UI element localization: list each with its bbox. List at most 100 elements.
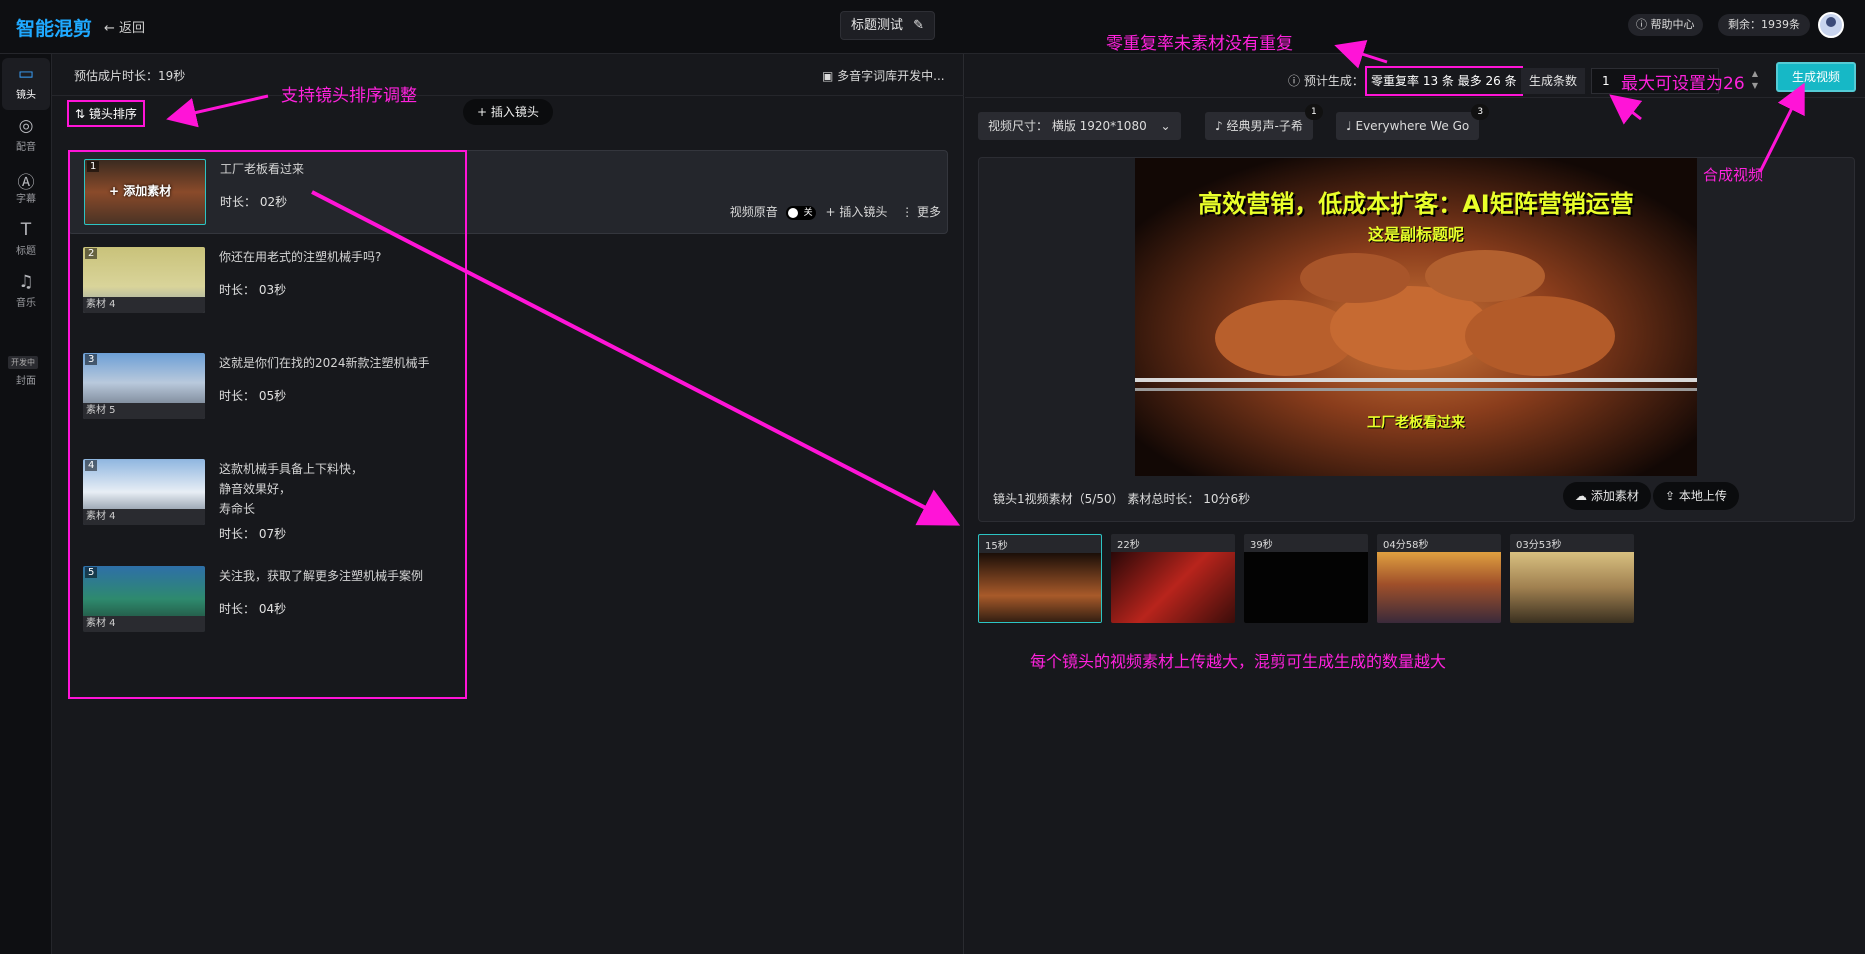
sidebar-item-cover[interactable]: 封面	[2, 372, 50, 402]
sidebar-item-voice[interactable]: ◎ 配音	[2, 110, 50, 162]
video-title-overlay: 高效营销，低成本扩客：AI矩阵营销运营	[1198, 190, 1634, 218]
local-upload-button[interactable]: ⇪ 本地上传	[1653, 482, 1739, 510]
original-audio-label: 视频原音	[729, 205, 778, 219]
back-label: 返回	[119, 21, 146, 36]
project-title[interactable]: 标题测试 ✎	[840, 11, 936, 40]
dictionary-icon: ▣	[822, 69, 834, 83]
annotation-sort: 支持镜头排序调整	[281, 86, 417, 106]
sidebar-item-label: 字幕	[16, 194, 36, 205]
sort-label: 镜头排序	[88, 107, 137, 121]
generate-video-button[interactable]: 生成视频	[1776, 62, 1856, 92]
annotation-max-set: 最大可设置为26	[1621, 74, 1745, 94]
music-note-icon: ♩	[1346, 119, 1352, 133]
insert-shot-link[interactable]: + 插入镜头	[825, 205, 887, 219]
sort-icon: ⇅	[75, 107, 86, 121]
voice-select[interactable]: ♪ 经典男声-子希 1	[1205, 104, 1323, 140]
polyphone-label: 多音字词库开发中...	[837, 69, 945, 83]
shot-sort-button[interactable]: ⇅ 镜头排序	[67, 100, 145, 127]
video-player[interactable]: 高效营销，低成本扩客：AI矩阵营销运营 这是副标题呢 工厂老板看过来	[1135, 158, 1697, 476]
sidebar-item-music[interactable]: ♫ 音乐	[2, 266, 50, 318]
question-icon: ⓘ	[1288, 74, 1301, 88]
more-menu[interactable]: ⋮ 更多	[901, 205, 941, 219]
clip-length: 03分53秒	[1516, 540, 1562, 551]
divider	[52, 95, 964, 96]
estimate-value: 19秒	[158, 69, 186, 83]
estimated-duration: 预估成片时长：19秒	[74, 67, 185, 84]
sidebar-item-label: 音乐	[16, 298, 36, 309]
original-audio-toggle[interactable]: 关	[785, 205, 816, 220]
help-center-button[interactable]: ⓘ 帮助中心	[1628, 14, 1703, 36]
user-avatar[interactable]	[1818, 12, 1844, 38]
clip-thumbnail	[1377, 552, 1501, 623]
add-material-button[interactable]: ☁ 添加素材	[1563, 482, 1651, 510]
video-caption-overlay: 工厂老板看过来	[1367, 415, 1465, 431]
app-logo: 智能混剪	[16, 18, 93, 40]
arrow-left-icon: ←	[104, 21, 115, 36]
insert-shot-button[interactable]: + 插入镜头	[463, 99, 553, 125]
clip-thumbnail	[1111, 552, 1235, 623]
top-bar: 智能混剪 ← 返回 标题测试 ✎ ⓘ 帮助中心 剩余：1939条	[0, 0, 1865, 54]
count-stepper[interactable]: ▲ ▼	[1747, 68, 1763, 94]
annotation-compose: 合成视频	[1703, 166, 1764, 184]
chevron-down-icon[interactable]: ▼	[1747, 80, 1763, 92]
sidebar-item-label: 配音	[16, 142, 36, 153]
video-preview: 高效营销，低成本扩客：AI矩阵营销运营 这是副标题呢 工厂老板看过来 镜头1视频…	[978, 157, 1855, 522]
dev-tag: 开发中	[8, 356, 38, 369]
clip-length: 04分58秒	[1383, 540, 1429, 551]
clip-thumbnail	[1244, 552, 1368, 623]
clip-length: 22秒	[1117, 540, 1140, 551]
clip-item-2[interactable]: 22秒	[1111, 534, 1235, 623]
app-root: 智能混剪 ← 返回 标题测试 ✎ ⓘ 帮助中心 剩余：1939条 ▭ 镜头 ◎ …	[0, 0, 1865, 954]
help-label: 帮助中心	[1650, 18, 1695, 31]
annotation-box-shots	[68, 150, 467, 699]
count-label: 生成条数	[1521, 68, 1586, 94]
music-icon: ♫	[18, 272, 34, 292]
insert-label: 插入镜头	[490, 105, 539, 119]
clip-item-1[interactable]: 15秒	[978, 534, 1102, 623]
clip-item-3[interactable]: 39秒	[1244, 534, 1368, 623]
sidebar-item-shots[interactable]: ▭ 镜头	[2, 58, 50, 110]
question-icon: ⓘ	[1636, 18, 1647, 31]
video-size-label: 视频尺寸： 横版 1920*1080	[988, 119, 1147, 133]
video-size-select[interactable]: 视频尺寸： 横版 1920*1080 ⌄	[978, 112, 1181, 140]
edit-icon[interactable]: ✎	[913, 18, 924, 33]
voice-label: 经典男声-子希	[1226, 119, 1303, 133]
sidebar-item-label: 封面	[16, 376, 36, 387]
plus-icon: +	[477, 105, 488, 119]
sidebar-item-label: 镜头	[16, 90, 36, 101]
clip-item-4[interactable]: 04分58秒	[1377, 534, 1501, 623]
shot-actions: 视频原音 关 + 插入镜头 ⋮ 更多	[730, 203, 941, 220]
chevron-up-icon[interactable]: ▲	[1747, 68, 1763, 80]
polyphone-dictionary[interactable]: ▣ 多音字词库开发中...	[822, 67, 945, 84]
music-count-badge: 3	[1471, 104, 1490, 120]
chevron-down-icon: ⌄	[1160, 119, 1171, 133]
sidebar-item-title[interactable]: T 标题	[2, 214, 50, 266]
clip-item-5[interactable]: 03分53秒	[1510, 534, 1634, 623]
predict-value: 零重复率 13 条 最多 26 条	[1365, 66, 1523, 96]
clip-thumbnail	[1510, 552, 1634, 623]
clip-thumbnail	[979, 553, 1101, 622]
upload-icon: ⇪	[1665, 489, 1676, 503]
video-subtitle-overlay: 这是副标题呢	[1367, 225, 1464, 244]
music-select[interactable]: ♩ Everywhere We Go 3	[1336, 104, 1490, 140]
divider	[965, 97, 1865, 98]
sidebar-item-subtitle[interactable]: Ⓐ 字幕	[2, 162, 50, 214]
cloud-upload-icon: ☁	[1575, 489, 1587, 503]
estimate-label: 预估成片时长：	[74, 69, 159, 83]
predict-label: ⓘ 预计生成：	[1288, 74, 1364, 88]
sidebar-item-label: 标题	[16, 246, 36, 257]
material-info: 镜头1视频素材（5/50） 素材总时长： 10分6秒	[993, 492, 1251, 506]
subtitle-icon: Ⓐ	[17, 173, 35, 193]
preview-panel: ⓘ 预计生成： 零重复率 13 条 最多 26 条 生成条数 1 ▲ ▼ 生成视…	[965, 54, 1865, 954]
camera-icon: ▭	[17, 64, 35, 84]
microphone-icon: ♪	[1215, 119, 1223, 133]
title-icon: T	[20, 220, 32, 240]
remaining-count: 剩余：1939条	[1718, 14, 1810, 36]
back-button[interactable]: ← 返回	[104, 17, 145, 36]
voice-icon: ◎	[18, 116, 34, 136]
annotation-more-clips: 每个镜头的视频素材上传越大，混剪可生成生成的数量越大	[1030, 652, 1447, 671]
clip-length: 39秒	[1250, 540, 1273, 551]
annotation-zero-repeat: 零重复率未素材没有重复	[1106, 34, 1293, 54]
voice-count-badge: 1	[1304, 104, 1323, 120]
project-title-text: 标题测试	[851, 18, 904, 33]
